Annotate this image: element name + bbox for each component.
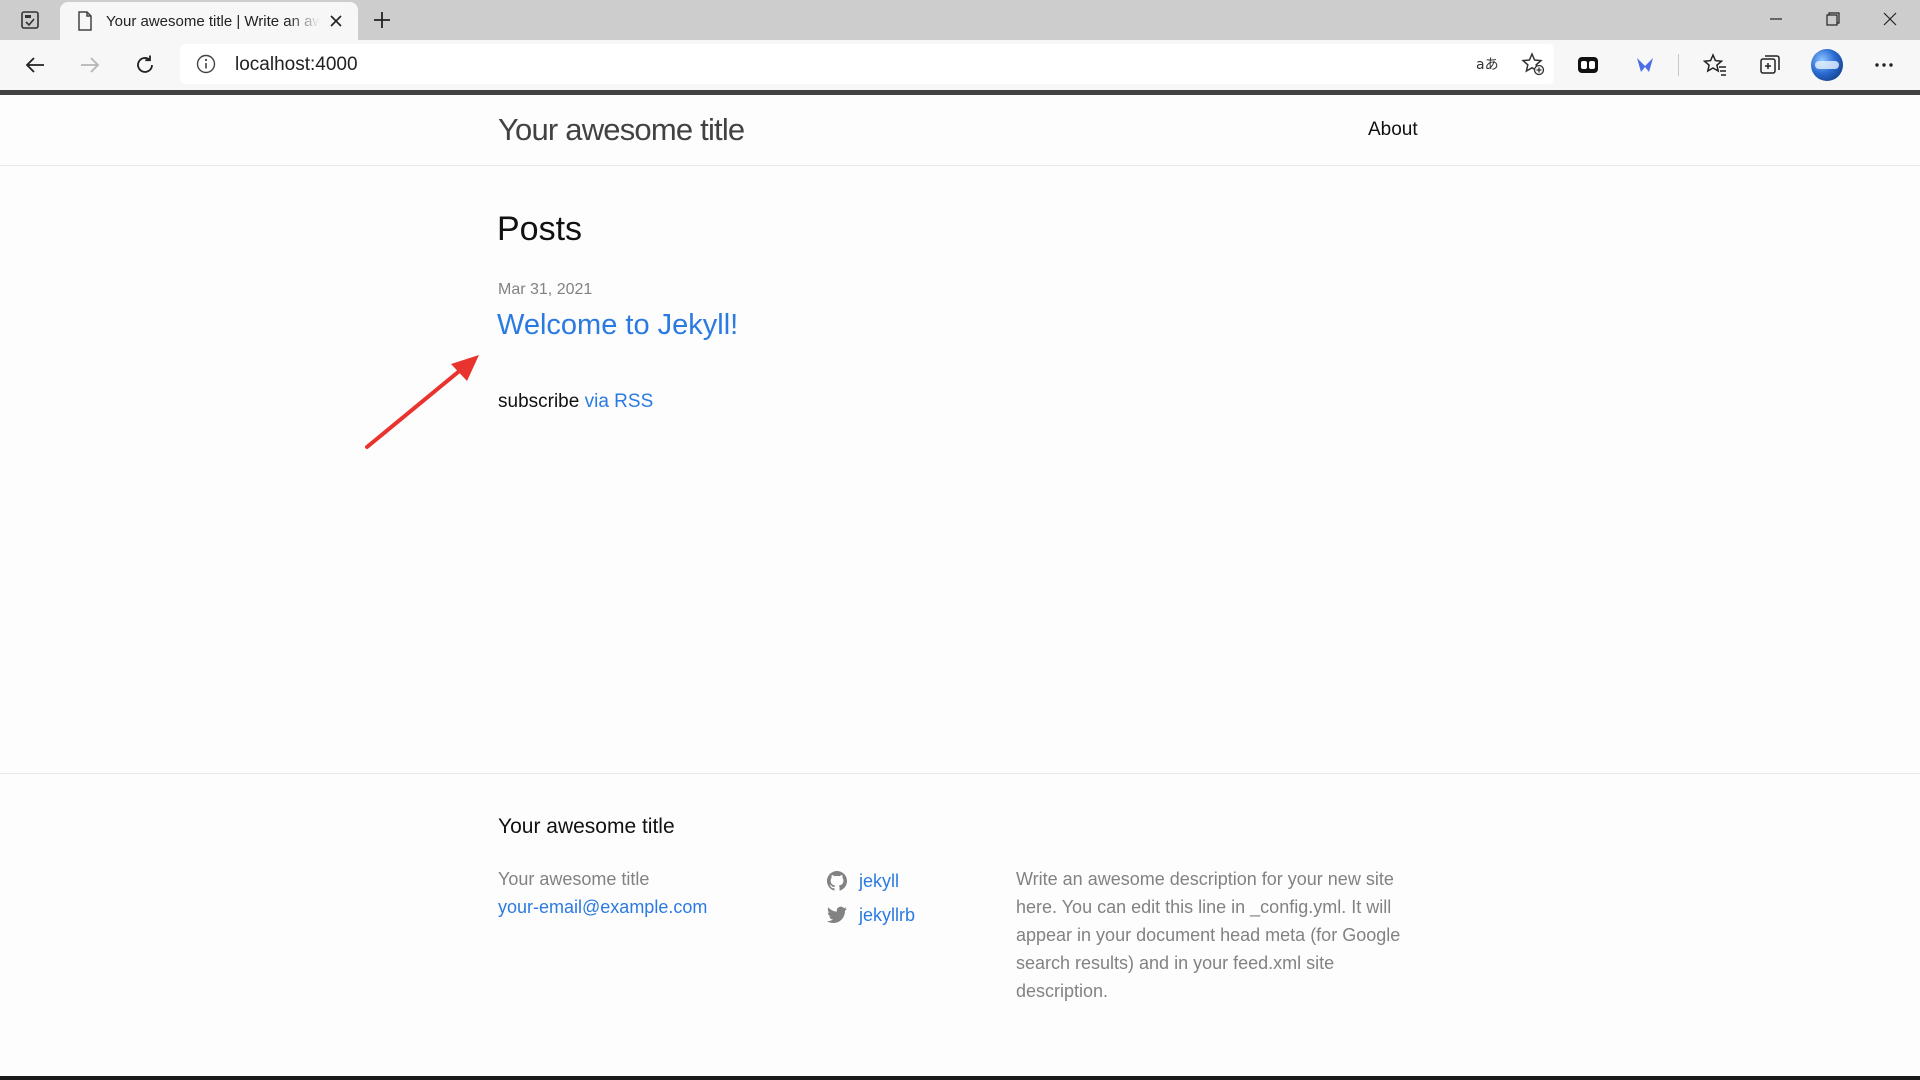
toolbar-separator (1678, 54, 1679, 76)
footer-description: Write an awesome description for your ne… (1016, 869, 1401, 1001)
posts-heading: Posts (497, 210, 583, 248)
post-date: Mar 31, 2021 (498, 281, 593, 298)
window-bottom-border (0, 1076, 1920, 1080)
browser-toolbar: localhost:4000 aあ (0, 40, 1920, 90)
url-text[interactable]: localhost:4000 (235, 54, 358, 76)
nav-about-link[interactable]: About (1368, 119, 1418, 141)
tab-actions-icon (21, 11, 39, 29)
site-title[interactable]: Your awesome title (498, 112, 745, 148)
more-options-icon[interactable] (1866, 47, 1902, 83)
github-icon (827, 870, 849, 892)
social-item-twitter[interactable]: jekyllrb (827, 898, 915, 932)
restore-icon[interactable] (1805, 0, 1861, 38)
twitter-link[interactable]: jekyllrb (859, 905, 915, 926)
address-bar[interactable]: localhost:4000 aあ (180, 44, 1554, 84)
close-tab-icon[interactable] (326, 11, 346, 31)
back-icon[interactable] (17, 47, 53, 83)
active-tab[interactable]: Your awesome title | Write an awesome de… (60, 2, 358, 40)
svg-text:aあ: aあ (1476, 57, 1499, 73)
social-item-github[interactable]: jekyll (827, 864, 915, 898)
collections-icon[interactable] (1752, 47, 1788, 83)
close-window-icon[interactable] (1862, 0, 1918, 38)
site-header: Your awesome title About (0, 95, 1920, 166)
site-footer: Your awesome title Your awesome title yo… (0, 773, 1920, 1074)
info-icon[interactable] (196, 54, 216, 74)
refresh-icon[interactable] (127, 47, 163, 83)
footer-social-list: jekyll jekyllrb (827, 864, 915, 932)
tab-title: Your awesome title | Write an awesome de… (106, 12, 320, 30)
github-link[interactable]: jekyll (859, 871, 899, 892)
page-icon (78, 11, 92, 31)
new-tab-icon[interactable] (368, 6, 396, 34)
tab-actions-button[interactable] (10, 6, 50, 34)
profile-avatar[interactable] (1811, 49, 1843, 81)
twitter-icon (827, 904, 849, 926)
footer-contact: Your awesome title your-email@example.co… (498, 865, 707, 921)
add-favorite-icon[interactable] (1516, 48, 1550, 80)
read-aloud-icon[interactable]: aあ (1471, 48, 1505, 80)
footer-heading: Your awesome title (498, 815, 675, 838)
footer-site-name: Your awesome title (498, 869, 650, 889)
post-title-link[interactable]: Welcome to Jekyll! (497, 309, 738, 342)
tab-strip: Your awesome title | Write an awesome de… (0, 0, 1920, 40)
favorites-icon[interactable] (1697, 47, 1733, 83)
footer-email-link[interactable]: your-email@example.com (498, 893, 707, 921)
minimize-icon[interactable] (1748, 0, 1804, 38)
annotation-arrow (365, 355, 479, 449)
extension-swift-icon[interactable] (1627, 47, 1663, 83)
rss-subscribe: subscribe via RSS (498, 391, 653, 413)
forward-icon[interactable] (72, 47, 108, 83)
extension-icon[interactable] (1570, 47, 1606, 83)
rss-link[interactable]: via RSS (585, 391, 654, 412)
rss-prefix: subscribe (498, 391, 580, 412)
